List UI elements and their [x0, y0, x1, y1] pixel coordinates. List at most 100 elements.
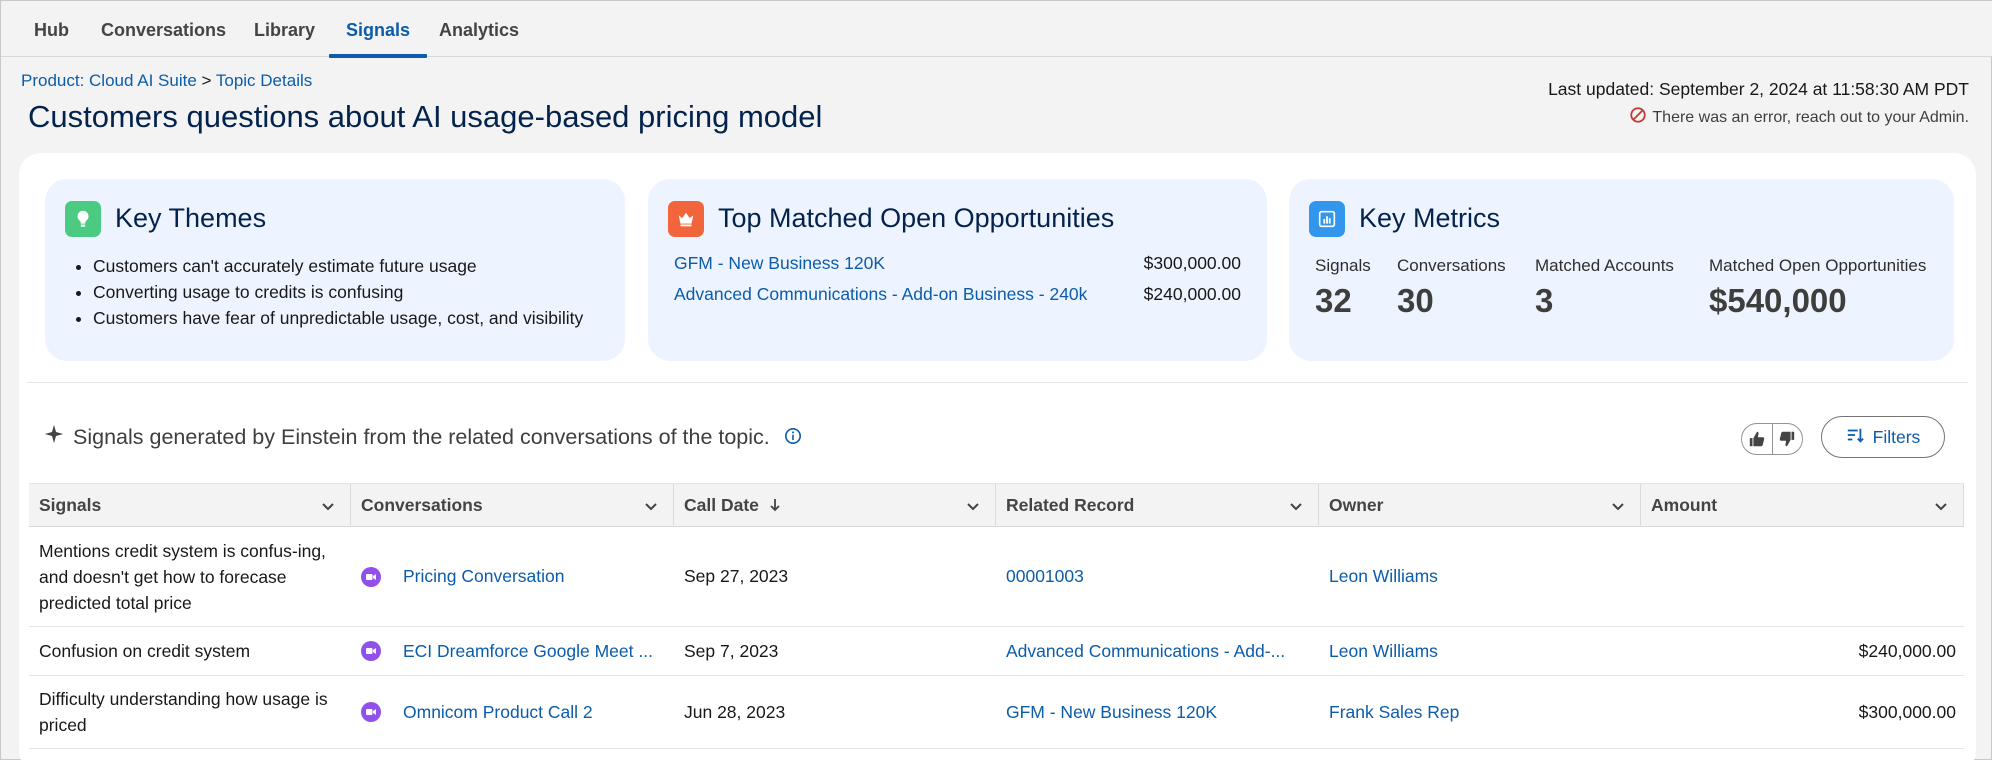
related-record-link[interactable]: GFM - New Business 120K — [1006, 702, 1217, 723]
breadcrumb-separator: > — [201, 71, 212, 90]
crown-icon — [668, 201, 704, 237]
signals-table: Signals Conversations Call Date Related … — [29, 483, 1964, 749]
key-metrics-card: Key Metrics Signals 32 Conversations 30 … — [1289, 179, 1954, 361]
error-message: There was an error, reach out to your Ad… — [1629, 106, 1969, 129]
lightbulb-icon — [65, 201, 101, 237]
top-opportunities-card: Top Matched Open Opportunities GFM - New… — [648, 179, 1267, 361]
signals-heading: Signals generated by Einstein from the r… — [43, 423, 802, 451]
video-icon — [361, 566, 381, 587]
metric-matched-accounts: Matched Accounts 3 — [1535, 256, 1674, 320]
owner-cell: Frank Sales Rep — [1319, 676, 1641, 748]
related-record-cell: 00001003 — [996, 527, 1319, 626]
chevron-down-icon[interactable] — [1288, 498, 1304, 514]
column-header-owner[interactable]: Owner — [1319, 484, 1641, 527]
opportunity-row: GFM - New Business 120K $300,000.00 — [674, 253, 1241, 274]
chevron-down-icon[interactable] — [1610, 498, 1626, 514]
owner-cell: Leon Williams — [1319, 527, 1641, 626]
top-opportunities-title: Top Matched Open Opportunities — [718, 203, 1115, 233]
metric-value: 32 — [1315, 282, 1352, 319]
list-item: Customers have fear of unpredictable usa… — [93, 305, 583, 331]
column-header-signals[interactable]: Signals — [29, 484, 351, 527]
signal-cell: Difficulty understanding how usage is pr… — [29, 676, 351, 748]
error-message-text: There was an error, reach out to your Ad… — [1652, 108, 1969, 126]
table-row: Confusion on credit system ECI Dreamforc… — [29, 627, 1964, 676]
breadcrumb-topic-link[interactable]: Topic Details — [216, 71, 312, 90]
conversation-link[interactable]: Pricing Conversation — [403, 566, 564, 587]
top-navigation: Hub Conversations Library Signals Analyt… — [1, 1, 1992, 58]
metric-matched-open-opportunities: Matched Open Opportunities $540,000 — [1709, 256, 1926, 320]
column-header-conversations[interactable]: Conversations — [351, 484, 674, 527]
conversation-cell: Omnicom Product Call 2 — [351, 676, 674, 748]
metric-label: Conversations — [1397, 256, 1506, 275]
opportunity-amount: $240,000.00 — [1143, 284, 1241, 304]
call-date-cell: Sep 27, 2023 — [684, 566, 789, 586]
column-header-amount[interactable]: Amount — [1641, 484, 1964, 527]
table-row: Difficulty understanding how usage is pr… — [29, 676, 1964, 749]
feedback-buttons — [1741, 423, 1803, 455]
column-header-label: Conversations — [361, 495, 483, 515]
signal-cell: Mentions credit system is confus-ing, an… — [29, 527, 351, 626]
signal-cell: Confusion on credit system — [29, 627, 351, 675]
tab-conversations[interactable]: Conversations — [101, 1, 226, 57]
column-header-call-date[interactable]: Call Date — [674, 484, 996, 527]
owner-link[interactable]: Leon Williams — [1329, 566, 1438, 587]
thumbs-up-icon[interactable] — [1742, 424, 1773, 454]
amount-cell: $300,000.00 — [1858, 701, 1956, 722]
conversation-cell: Pricing Conversation — [351, 527, 674, 626]
topic-details-panel: Key Themes Customers can't accurately es… — [19, 153, 1976, 760]
chevron-down-icon[interactable] — [965, 498, 981, 514]
filters-button[interactable]: Filters — [1821, 416, 1945, 458]
sparkle-icon — [43, 423, 65, 451]
page-title: Customers questions about AI usage-based… — [28, 99, 823, 134]
tab-signals[interactable]: Signals — [328, 1, 428, 58]
conversation-cell: ECI Dreamforce Google Meet ... — [351, 627, 674, 675]
thumbs-down-icon[interactable] — [1773, 424, 1803, 454]
signals-heading-text: Signals generated by Einstein from the r… — [73, 424, 770, 449]
chevron-down-icon[interactable] — [320, 498, 336, 514]
signal-text: Confusion on credit system — [39, 640, 251, 661]
tab-hub[interactable]: Hub — [34, 1, 69, 57]
key-themes-title: Key Themes — [115, 203, 267, 233]
amount-cell — [1641, 527, 1964, 626]
tab-library[interactable]: Library — [254, 1, 315, 57]
arrow-down-icon — [770, 499, 780, 512]
related-record-cell: GFM - New Business 120K — [996, 676, 1319, 748]
metric-conversations: Conversations 30 — [1397, 256, 1506, 320]
related-record-link[interactable]: Advanced Communications - Add-... — [1006, 641, 1285, 662]
key-themes-card: Key Themes Customers can't accurately es… — [45, 179, 625, 361]
amount-cell: $240,000.00 — [1858, 640, 1956, 661]
owner-cell: Leon Williams — [1319, 627, 1641, 675]
chevron-down-icon[interactable] — [1933, 498, 1949, 514]
metric-value: $540,000 — [1709, 282, 1847, 319]
related-record-link[interactable]: 00001003 — [1006, 566, 1084, 587]
tab-analytics[interactable]: Analytics — [439, 1, 519, 57]
section-divider — [27, 382, 1968, 383]
metric-label: Signals — [1315, 256, 1371, 275]
related-record-cell: Advanced Communications - Add-... — [996, 627, 1319, 675]
list-item: Converting usage to credits is confusing — [93, 279, 583, 305]
signal-text: Mentions credit system is confus-ing, an… — [39, 540, 326, 613]
column-header-related-record[interactable]: Related Record — [996, 484, 1319, 527]
column-header-label: Amount — [1651, 495, 1718, 515]
metric-value: 3 — [1535, 282, 1554, 319]
breadcrumb: Product: Cloud AI Suite > Topic Details — [21, 71, 312, 91]
signal-text: Difficulty understanding how usage is pr… — [39, 689, 328, 735]
metric-signals: Signals 32 — [1315, 256, 1371, 320]
filters-label: Filters — [1872, 426, 1921, 447]
opportunity-link[interactable]: Advanced Communications - Add-on Busines… — [674, 284, 1087, 305]
owner-link[interactable]: Leon Williams — [1329, 641, 1438, 662]
metric-label: Matched Open Opportunities — [1709, 256, 1927, 275]
opportunity-link[interactable]: GFM - New Business 120K — [674, 253, 885, 274]
list-item: Customers can't accurately estimate futu… — [93, 253, 583, 279]
metric-value: 30 — [1397, 282, 1434, 319]
filter-icon — [1846, 426, 1864, 449]
conversation-link[interactable]: Omnicom Product Call 2 — [403, 702, 593, 723]
chevron-down-icon[interactable] — [643, 498, 659, 514]
call-date-cell: Sep 7, 2023 — [684, 640, 779, 661]
column-header-label: Related Record — [1006, 495, 1135, 515]
info-icon[interactable] — [778, 424, 802, 451]
owner-link[interactable]: Frank Sales Rep — [1329, 702, 1459, 723]
column-header-label: Signals — [39, 495, 102, 515]
breadcrumb-product-link[interactable]: Product: Cloud AI Suite — [21, 71, 197, 90]
conversation-link[interactable]: ECI Dreamforce Google Meet ... — [403, 641, 653, 662]
